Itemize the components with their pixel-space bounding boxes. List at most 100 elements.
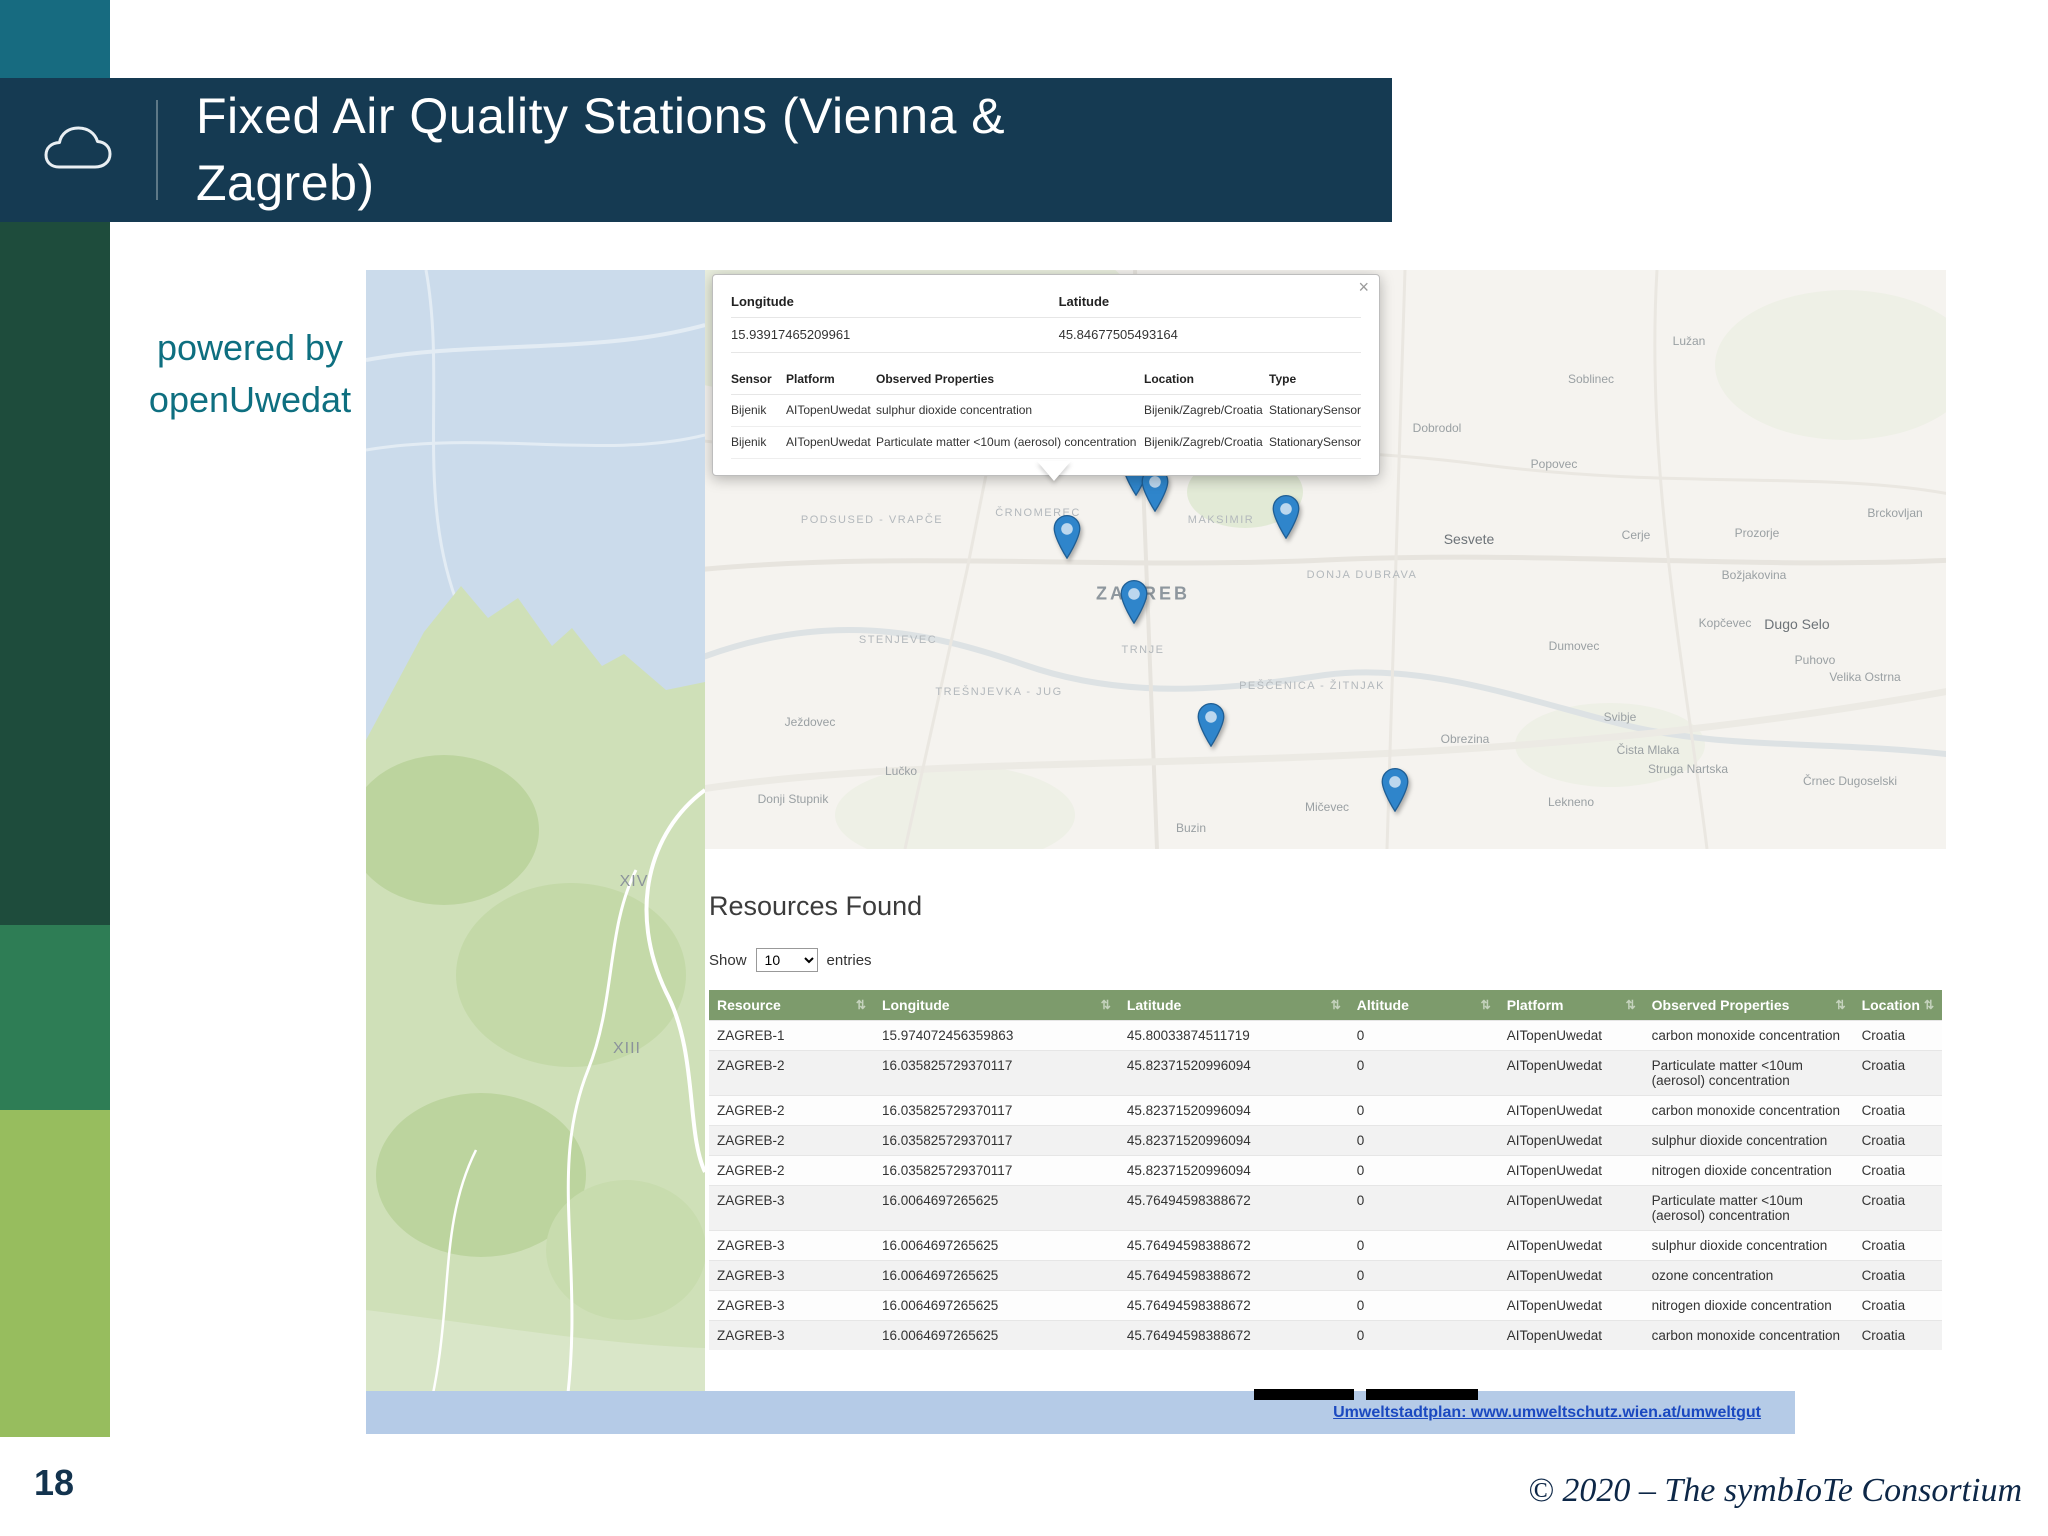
table-cell: 0 — [1348, 1125, 1499, 1156]
map-place-label: Lužan — [1672, 334, 1706, 348]
map-place-label: Dugo Selo — [1764, 616, 1830, 632]
vienna-map-graphic — [366, 270, 705, 1424]
table-cell: carbon monoxide concentration — [1643, 1020, 1854, 1051]
popup-sensor-row: Bijenik AITopenUwedat Particulate matter <… — [731, 426, 1361, 459]
map-place-label: Svibje — [1603, 710, 1637, 724]
resources-column-header[interactable]: Location ⇅ — [1853, 990, 1942, 1021]
popup-column-header: Sensor — [731, 365, 786, 395]
popup-column-header: Location — [1144, 365, 1269, 395]
table-cell: Bijenik — [731, 394, 786, 427]
table-cell: Croatia — [1853, 1260, 1942, 1291]
resource-table-row[interactable]: ZAGREB-3 16.0064697265625 45.7649459838867… — [709, 1185, 1942, 1231]
column-header-label: Altitude — [1356, 997, 1409, 1013]
table-cell: AITopenUwedat — [1498, 1125, 1644, 1156]
map-place-label: Čista Mlaka — [1616, 743, 1680, 757]
map-place-label: Lekneno — [1547, 795, 1595, 809]
map-place-label: TREŠNJEVKA - JUG — [935, 686, 1063, 698]
column-header-label: Observed Properties — [1651, 997, 1790, 1013]
slide-header: Fixed Air Quality Stations (Vienna & Zag… — [0, 78, 1392, 222]
resource-table-row[interactable]: ZAGREB-2 16.035825729370117 45.82371520996… — [709, 1050, 1942, 1096]
table-cell: AITopenUwedat — [1498, 1155, 1644, 1186]
table-cell: 0 — [1348, 1290, 1499, 1321]
title-line-2: Zagreb) — [196, 155, 375, 211]
sort-icon: ⇅ — [1923, 998, 1934, 1012]
resource-table-row[interactable]: ZAGREB-2 16.035825729370117 45.82371520996… — [709, 1125, 1942, 1156]
map-marker-pin[interactable] — [1381, 768, 1409, 812]
table-cell: ZAGREB-3 — [709, 1320, 874, 1350]
table-cell: 16.035825729370117 — [873, 1155, 1119, 1186]
page-title: Fixed Air Quality Stations (Vienna & Zag… — [158, 83, 1005, 217]
table-cell: 16.0064697265625 — [873, 1230, 1119, 1261]
map-marker-pin[interactable] — [1197, 703, 1225, 747]
resources-column-header[interactable]: Resource ⇅ — [709, 990, 874, 1021]
resources-column-header[interactable]: Observed Properties ⇅ — [1643, 990, 1854, 1021]
table-cell: 45.82371520996094 — [1118, 1155, 1349, 1186]
latitude-label: Latitude — [1058, 287, 1361, 318]
map-place-label: Mičevec — [1304, 800, 1350, 814]
page-number: 18 — [34, 1462, 75, 1503]
table-cell: Croatia — [1853, 1050, 1942, 1096]
table-cell: nitrogen dioxide concentration — [1643, 1290, 1854, 1321]
accent-bar-light-green — [0, 1110, 110, 1437]
page-size-select[interactable]: 10 — [755, 948, 818, 972]
resource-table-row[interactable]: ZAGREB-3 16.0064697265625 45.7649459838867… — [709, 1290, 1942, 1321]
table-cell: ZAGREB-3 — [709, 1230, 874, 1261]
map-place-label: Soblinec — [1567, 372, 1615, 386]
map-place-label: Obrezina — [1440, 732, 1490, 746]
popup-table-header-row: Sensor Platform Observed Properties Locatio… — [731, 365, 1361, 395]
table-cell: 16.0064697265625 — [873, 1290, 1119, 1321]
table-cell: sulphur dioxide concentration — [1643, 1125, 1854, 1156]
table-cell: carbon monoxide concentration — [1643, 1095, 1854, 1126]
table-cell: 0 — [1348, 1020, 1499, 1051]
longitude-label: Longitude — [731, 287, 1059, 318]
corner-accent-square — [0, 0, 110, 78]
sort-icon: ⇅ — [1330, 998, 1341, 1012]
map-place-label: PODSUSED - VRAPČE — [800, 514, 944, 526]
umweltstadtplan-link[interactable]: Umweltstadtplan: www.umweltschutz.wien.a… — [1333, 1391, 1761, 1434]
map-place-label: Sesvete — [1443, 531, 1495, 547]
map-marker-pin[interactable] — [1120, 580, 1148, 624]
table-cell: Croatia — [1853, 1320, 1942, 1350]
table-cell: 45.82371520996094 — [1118, 1125, 1349, 1156]
table-cell: StationarySensor — [1269, 394, 1361, 427]
table-cell: 16.035825729370117 — [873, 1095, 1119, 1126]
table-cell: ZAGREB-2 — [709, 1095, 874, 1126]
table-cell: Bijenik/Zagreb/Croatia — [1144, 426, 1269, 459]
vienna-district-label: XIV — [619, 873, 649, 890]
resources-column-header[interactable]: Latitude ⇅ — [1118, 990, 1349, 1021]
column-header-label: Latitude — [1126, 997, 1182, 1013]
map-marker-pin[interactable] — [1053, 515, 1081, 559]
table-cell: ZAGREB-1 — [709, 1020, 874, 1051]
resources-column-header[interactable]: Platform ⇅ — [1498, 990, 1644, 1021]
resource-table-row[interactable]: ZAGREB-2 16.035825729370117 45.82371520996… — [709, 1095, 1942, 1126]
table-cell: Croatia — [1853, 1020, 1942, 1051]
map-place-label: PEŠČENICA - ŽITNJAK — [1239, 680, 1385, 692]
resources-table-header-row: Resource ⇅ Longitude ⇅ Latitude ⇅ Altitude ⇅ Pla… — [709, 990, 1942, 1021]
column-header-label: Location — [1861, 997, 1920, 1013]
resource-table-row[interactable]: ZAGREB-3 16.0064697265625 45.7649459838867… — [709, 1320, 1942, 1350]
footer-link-bar: Umweltstadtplan: www.umweltschutz.wien.a… — [366, 1389, 1795, 1434]
resource-table-row[interactable]: ZAGREB-3 16.0064697265625 45.7649459838867… — [709, 1230, 1942, 1261]
resources-column-header[interactable]: Altitude ⇅ — [1348, 990, 1499, 1021]
table-cell: Particulate matter <10um (aerosol) conce… — [1643, 1050, 1854, 1096]
resource-table-row[interactable]: ZAGREB-1 15.974072456359863 45.80033874511… — [709, 1020, 1942, 1051]
air-quality-app-screenshot: × Longitude Latitude 15.93917465209961 4… — [705, 270, 1946, 1391]
map-place-label: Dumovec — [1548, 639, 1600, 653]
resource-table-row[interactable]: ZAGREB-3 16.0064697265625 45.7649459838867… — [709, 1260, 1942, 1291]
table-cell: AITopenUwedat — [1498, 1050, 1644, 1096]
popup-column-header: Platform — [786, 365, 876, 395]
zagreb-map[interactable]: × Longitude Latitude 15.93917465209961 4… — [705, 270, 1946, 849]
map-place-label: Popovec — [1530, 457, 1578, 471]
table-cell: ZAGREB-3 — [709, 1260, 874, 1291]
table-cell: AITopenUwedat — [1498, 1290, 1644, 1321]
popup-close-button[interactable]: × — [1358, 277, 1369, 298]
map-marker-pin[interactable] — [1272, 495, 1300, 539]
powered-by-caption: powered by openUwedat — [132, 322, 368, 426]
resources-column-header[interactable]: Longitude ⇅ — [873, 990, 1119, 1021]
popup-column-header: Observed Properties — [876, 365, 1144, 395]
map-place-label: Cerje — [1621, 528, 1651, 542]
table-cell: Croatia — [1853, 1185, 1942, 1231]
resource-table-row[interactable]: ZAGREB-2 16.035825729370117 45.82371520996… — [709, 1155, 1942, 1186]
table-cell: 15.974072456359863 — [873, 1020, 1119, 1051]
table-cell: AITopenUwedat — [786, 426, 876, 459]
